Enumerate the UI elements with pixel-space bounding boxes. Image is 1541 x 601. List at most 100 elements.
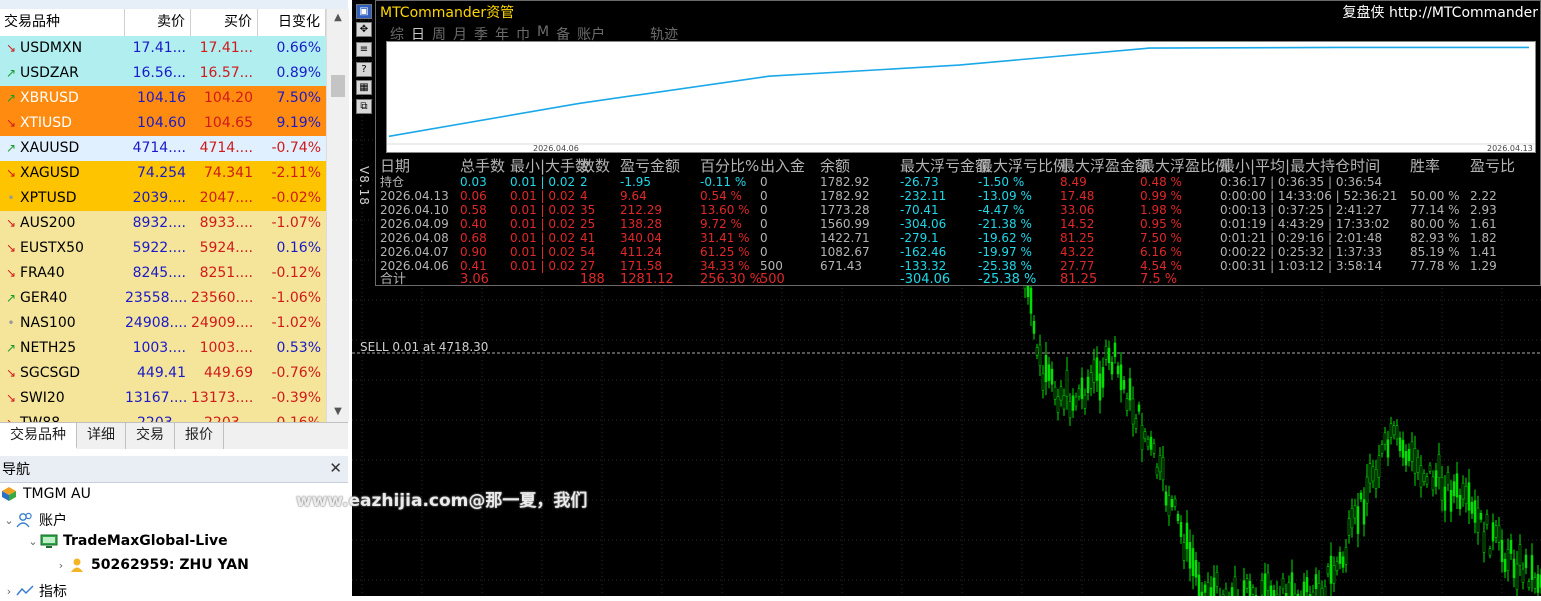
nav-broker[interactable]: TMGM AU bbox=[0, 486, 91, 502]
stats-cell-lots: 0.58 bbox=[460, 203, 487, 217]
stats-cell-maxgain: 8.49 bbox=[1060, 175, 1087, 189]
stats-cell-pct: 13.60 % bbox=[700, 203, 750, 217]
stats-cell-pct: 9.72 % bbox=[700, 217, 742, 231]
stats-header-cell: 总手数 bbox=[460, 157, 506, 175]
col-bid[interactable]: 卖价 bbox=[125, 9, 191, 36]
market-row[interactable]: • XPTUSD 2039.... 2047.... -0.02% bbox=[0, 186, 326, 211]
panel-copy-icon[interactable]: ⧉ bbox=[356, 99, 372, 114]
market-row[interactable]: ↘ SWI20 13167.... 13173.... -0.39% bbox=[0, 386, 326, 411]
expand-icon[interactable]: ⌄ bbox=[26, 535, 40, 548]
symbol-name: EUSTX50 bbox=[20, 240, 84, 256]
stats-header-cell: 数数 bbox=[580, 157, 611, 175]
nav-account[interactable]: › 50262959: ZHU YAN bbox=[54, 557, 249, 573]
stats-cell-count: 4 bbox=[580, 189, 588, 203]
stats-cell-pct: 0.54 % bbox=[700, 189, 742, 203]
market-row[interactable]: ↘ AUS200 8932.... 8933.... -1.07% bbox=[0, 211, 326, 236]
stats-header-cell: 最小|大手数 bbox=[510, 157, 591, 175]
panel-list-icon[interactable]: ≡ bbox=[356, 42, 372, 57]
market-row[interactable]: ↘ TW88 2203... 2203... -0.16% bbox=[0, 411, 326, 422]
stats-cell-flow: 0 bbox=[760, 217, 768, 231]
market-row[interactable]: ↘ XTIUSD 104.60 104.65 9.19% bbox=[0, 111, 326, 136]
market-row[interactable]: ↘ USDMXN 17.41... 17.41... 0.66% bbox=[0, 36, 326, 61]
col-symbol[interactable]: 交易品种 bbox=[0, 9, 125, 36]
close-icon[interactable]: ✕ bbox=[329, 459, 342, 477]
row-ask: 104.20 bbox=[204, 90, 253, 106]
col-change[interactable]: 日变化 bbox=[258, 9, 326, 36]
market-row[interactable]: ↗ XAUUSD 4714.... 4714.... -0.74% bbox=[0, 136, 326, 161]
panel-grid-icon[interactable]: ▦ bbox=[356, 80, 372, 95]
row-ask: 449.69 bbox=[204, 365, 253, 381]
tab-symbols[interactable]: 交易品种 bbox=[0, 423, 77, 449]
col-ask[interactable]: 买价 bbox=[191, 9, 258, 36]
row-symbol: ↗ XBRUSD bbox=[0, 86, 125, 111]
stats-cell-ratio: 1.61 bbox=[1470, 217, 1497, 231]
market-row[interactable]: ↘ FRA40 8245.... 8251.... -0.12% bbox=[0, 261, 326, 286]
stats-cell-maxlosspct: -4.47 % bbox=[978, 203, 1025, 217]
market-row[interactable]: ↗ NETH25 1003.... 1003.... 0.53% bbox=[0, 336, 326, 361]
mtc-brand[interactable]: 复盘侠 http://MTCommander bbox=[1343, 2, 1538, 22]
stats-holding-row: 持仓 0.03 0.01 | 0.02 2 -1.95 -0.11 % 0 1782.92 -2… bbox=[380, 175, 1540, 189]
market-watch-scrollbar[interactable]: ▲ ▼ bbox=[326, 9, 349, 422]
arrow-up-icon: ↗ bbox=[5, 291, 17, 305]
market-row[interactable]: ↘ XAGUSD 74.254 74.341 -2.11% bbox=[0, 161, 326, 186]
market-row[interactable]: ↘ SGCSGD 449.41 449.69 -0.76% bbox=[0, 361, 326, 386]
tab-details[interactable]: 详细 bbox=[77, 423, 126, 449]
expand-icon[interactable]: ⌄ bbox=[2, 514, 16, 527]
symbol-name: USDZAR bbox=[20, 65, 79, 81]
market-row[interactable]: ↗ XBRUSD 104.16 104.20 7.50% bbox=[0, 86, 326, 111]
stats-cell-time: 0:00:31 | 1:03:12 | 3:58:14 bbox=[1220, 259, 1383, 273]
row-bid: 1003.... bbox=[132, 340, 186, 356]
stats-cell-pnl: 212.29 bbox=[620, 203, 662, 217]
symbol-name: GER40 bbox=[20, 290, 68, 306]
nav-indicators[interactable]: › 指标 bbox=[2, 581, 67, 601]
stats-cell-maxloss: -133.32 bbox=[900, 259, 947, 273]
tab-quotes[interactable]: 报价 bbox=[175, 423, 224, 449]
market-row[interactable]: ↗ USDZAR 16.56... 16.57... 0.89% bbox=[0, 61, 326, 86]
market-row[interactable]: ↗ GER40 23558.... 23560.... -1.06% bbox=[0, 286, 326, 311]
row-change: 9.19% bbox=[276, 115, 321, 131]
panel-move-icon[interactable]: ✥ bbox=[356, 22, 372, 37]
equity-curve: 2026.04.06 2026.04.13 bbox=[386, 41, 1536, 153]
stats-cell-maxgainpct: 4.54 % bbox=[1140, 259, 1182, 273]
row-bid: 449.41 bbox=[137, 365, 186, 381]
scroll-up-icon[interactable]: ▲ bbox=[330, 11, 346, 25]
stats-cell-balance: 1560.99 bbox=[820, 217, 870, 231]
tab-trading[interactable]: 交易 bbox=[126, 423, 175, 449]
watermark: www.eazhijia.com@那一夏，我们 bbox=[296, 491, 588, 511]
stats-cell-maxgain: 27.77 bbox=[1060, 259, 1095, 273]
stats-row: 2026.04.08 0.68 0.01 | 0.02 41 340.04 31.41 %… bbox=[380, 231, 1540, 245]
stats-cell-maxgain: 33.06 bbox=[1060, 203, 1095, 217]
stats-header-cell: 百分比% bbox=[700, 157, 760, 175]
curve-start-date: 2026.04.06 bbox=[533, 144, 579, 152]
market-row[interactable]: ↘ EUSTX50 5922.... 5924.... 0.16% bbox=[0, 236, 326, 261]
stats-cell-flow: 500 bbox=[760, 272, 785, 286]
curve-end-date: 2026.04.13 bbox=[1487, 144, 1533, 152]
nav-server[interactable]: ⌄ TradeMaxGlobal-Live bbox=[26, 533, 227, 549]
stats-cell-minmax: 0.01 | 0.02 bbox=[510, 175, 576, 189]
symbol-name: FRA40 bbox=[20, 265, 65, 281]
row-symbol: ↗ USDZAR bbox=[0, 61, 125, 86]
navigator-title: 导航 bbox=[2, 462, 30, 478]
scroll-down-icon[interactable]: ▼ bbox=[330, 405, 346, 419]
arrow-down-icon: ↘ bbox=[5, 366, 17, 380]
row-symbol: ↗ GER40 bbox=[0, 286, 125, 311]
stats-total-row: 合计 3.06 188 1281.12 256.30 % 500 -304.06 -25.38… bbox=[380, 273, 1540, 286]
stats-cell-lots: 3.06 bbox=[460, 272, 489, 286]
stats-cell-time: 0:00:00 | 14:33:06 | 52:36:21 bbox=[1220, 189, 1398, 203]
panel-logo-icon[interactable]: ▣ bbox=[356, 4, 372, 19]
arrow-down-icon: ↘ bbox=[5, 41, 17, 55]
market-row[interactable]: • NAS100 24908.... 24909.... -1.02% bbox=[0, 311, 326, 336]
stats-cell-date: 2026.04.10 bbox=[380, 203, 449, 217]
stats-cell-date: 2026.04.08 bbox=[380, 231, 449, 245]
stats-cell-maxloss: -304.06 bbox=[900, 272, 951, 286]
chevron-right-icon[interactable]: › bbox=[54, 559, 68, 572]
row-change: -0.74% bbox=[271, 140, 321, 156]
row-ask: 2203... bbox=[191, 411, 258, 422]
stats-row: 2026.04.09 0.40 0.01 | 0.02 25 138.28 9.72 % 0… bbox=[380, 217, 1540, 231]
panel-help-icon[interactable]: ? bbox=[356, 62, 372, 77]
stats-cell-count: 27 bbox=[580, 259, 596, 273]
nav-accounts[interactable]: ⌄ 账户 bbox=[2, 510, 67, 530]
scroll-thumb[interactable] bbox=[331, 75, 345, 97]
stats-cell-pnl: 9.64 bbox=[620, 189, 647, 203]
stats-cell-maxloss: -279.1 bbox=[900, 231, 939, 245]
